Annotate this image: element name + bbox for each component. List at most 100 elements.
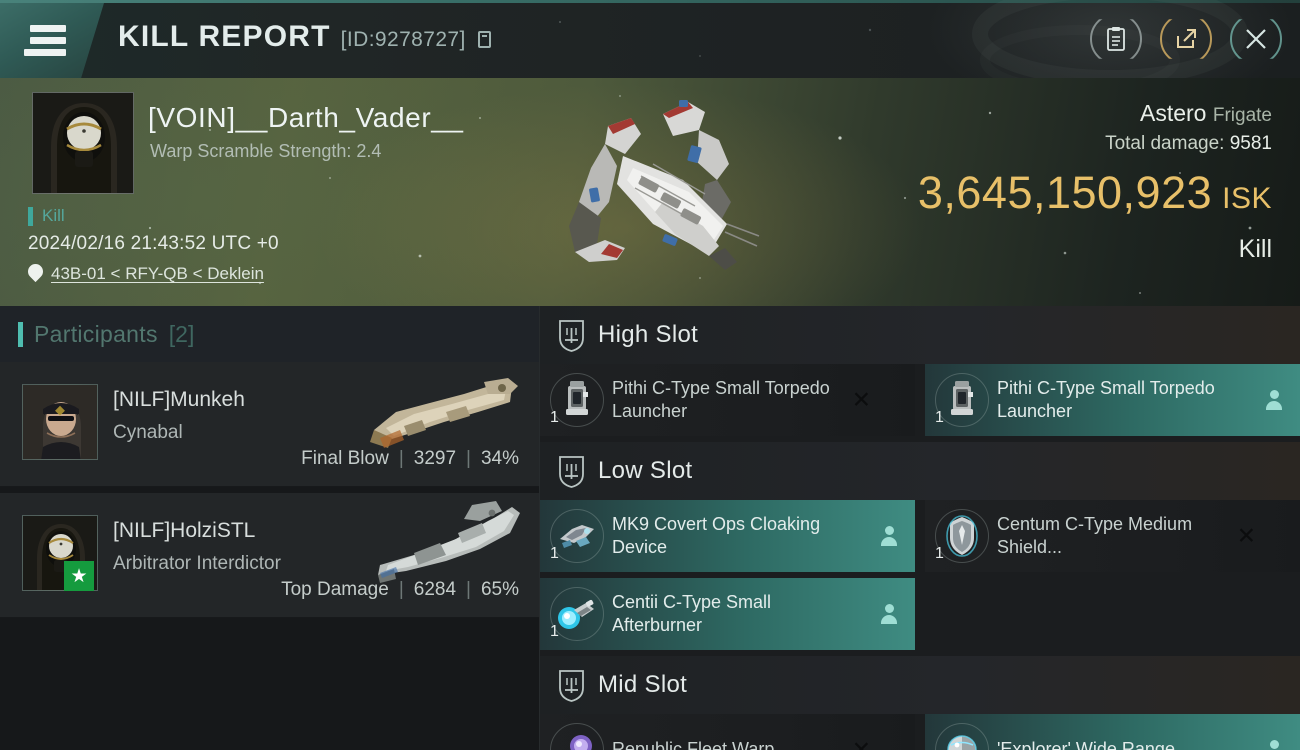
kill-badge-accent <box>28 206 33 226</box>
participant-row[interactable]: ★ [NILF]HolziSTL Arbitrator Interdictor <box>0 493 539 618</box>
participant-row[interactable]: [NILF]Munkeh Cynabal Final Blow | 3297 |… <box>0 362 539 487</box>
copy-icon[interactable] <box>477 31 491 48</box>
slot-shield-icon <box>559 455 584 488</box>
person-icon <box>881 604 897 624</box>
module-name: Pithi C-Type Small Torpedo Launcher <box>612 377 830 421</box>
kill-timestamp: 2024/02/16 21:43:52 UTC +0 <box>28 233 279 254</box>
participants-header: Participants [2] <box>0 306 539 362</box>
kill-location-text: 43B-01 < RFY-QB < Deklein <box>51 264 264 283</box>
report-body: Participants [2] [NILF]Munkeh Cynabal Fi… <box>0 306 1300 750</box>
participant-name: [NILF]Munkeh <box>113 388 245 411</box>
participant-damage: 6284 <box>413 579 457 600</box>
clipboard-button[interactable] <box>1090 13 1142 65</box>
stat-separator: | <box>398 579 404 600</box>
module-slot[interactable]: 1 'Explorer' Wide Range <box>925 714 1300 750</box>
module-name: 'Explorer' Wide Range <box>997 739 1175 750</box>
slot-group-header-mid: Mid Slot <box>540 656 1300 714</box>
kill-location-link[interactable]: 43B-01 < RFY-QB < Deklein <box>28 264 264 284</box>
participant-percent: 65% <box>480 579 519 600</box>
slot-row: 1 Pithi C-Type Small Torpedo Launcher ✕ <box>540 364 1300 442</box>
slot-group-title: High Slot <box>598 321 699 348</box>
module-quantity: 1 <box>935 409 944 426</box>
x-icon: ✕ <box>1236 522 1256 549</box>
title-group: KILL REPORT [ID:9278727] <box>118 20 491 54</box>
module-slot[interactable]: 1 Centum C-Type Medium Shield... ✕ <box>925 500 1300 572</box>
slot-shield-icon <box>559 669 584 702</box>
module-slot[interactable]: 1 Pithi C-Type Small Torpedo Launcher <box>925 364 1300 436</box>
hamburger-icon <box>22 20 66 61</box>
slot-row: 1 Centii C-Type Small Afterburner <box>540 578 1300 656</box>
close-button[interactable] <box>1230 13 1282 65</box>
share-external-button[interactable] <box>1160 13 1212 65</box>
isk-value: 3,645,150,923 <box>917 167 1213 218</box>
participant-ship: Cynabal <box>113 422 183 443</box>
module-quantity: 1 <box>550 409 559 426</box>
slot-group-header-low: Low Slot <box>540 442 1300 500</box>
person-icon <box>881 526 897 546</box>
module-slot[interactable]: 1 MK9 Covert Ops Cloaking Device <box>540 500 915 572</box>
participant-role: Top Damage <box>281 579 389 600</box>
participant-stats: Top Damage | 6284 | 65% <box>281 579 519 601</box>
victim-avatar[interactable] <box>32 92 134 194</box>
isk-unit: ISK <box>1222 182 1272 215</box>
participants-title: Participants <box>34 320 158 347</box>
module-quantity: 1 <box>550 623 559 640</box>
total-damage-value: 9581 <box>1229 133 1272 154</box>
participant-role: Final Blow <box>301 448 389 469</box>
module-name: Centii C-Type Small Afterburner <box>612 591 772 635</box>
participant-name: [NILF]HolziSTL <box>113 519 256 542</box>
victim-ship-class: Frigate <box>1212 105 1272 126</box>
kill-badge-label: Kill <box>42 206 65 225</box>
module-slot[interactable]: 1 Republic Fleet Warp ✕ <box>540 714 915 750</box>
participant-stats: Final Blow | 3297 | 34% <box>301 448 519 470</box>
module-icon-holder: 1 <box>933 721 991 750</box>
slot-row: 1 Republic Fleet Warp ✕ <box>540 714 1300 750</box>
title-bar: KILL REPORT [ID:9278727] <box>0 0 1300 78</box>
top-damage-star-badge: ★ <box>64 561 94 591</box>
victim-ship-render <box>569 100 760 270</box>
victim-name: [VOIN]__Darth_Vader__ <box>148 102 464 133</box>
module-icon-holder: 1 <box>933 507 991 565</box>
person-icon <box>1266 390 1282 410</box>
total-damage-label: Total damage: <box>1105 133 1225 154</box>
kill-report-window: KILL REPORT [ID:9278727] [VOIN]__Darth_V… <box>0 0 1300 750</box>
participant-damage: 3297 <box>413 448 457 469</box>
participant-ship-render <box>370 378 518 448</box>
module-icon-holder: 1 <box>548 507 606 565</box>
person-icon <box>1266 740 1282 750</box>
slot-shield-icon <box>559 319 584 352</box>
module-name: MK9 Covert Ops Cloaking Device <box>612 513 821 557</box>
page-title: KILL REPORT <box>118 20 331 53</box>
report-id: [ID:9278727] <box>340 28 466 51</box>
participants-count: [2] <box>168 320 195 347</box>
module-slot[interactable]: 1 Pithi C-Type Small Torpedo Launcher ✕ <box>540 364 915 436</box>
module-quantity: 1 <box>935 545 944 562</box>
kill-result-label: Kill <box>1238 235 1272 263</box>
module-name: Pithi C-Type Small Torpedo Launcher <box>997 377 1215 421</box>
module-quantity: 1 <box>550 545 559 562</box>
module-slot[interactable]: 1 Centii C-Type Small Afterburner <box>540 578 915 650</box>
participant-avatar <box>22 384 98 460</box>
map-pin-icon <box>28 264 43 284</box>
slot-group-header-high: High Slot <box>540 306 1300 364</box>
victim-ship-name: Astero <box>1139 100 1207 126</box>
participant-ship-render <box>378 501 520 583</box>
x-icon: ✕ <box>851 736 871 750</box>
module-icon-holder: 1 <box>548 585 606 643</box>
stat-separator: | <box>466 579 471 600</box>
module-name: Republic Fleet Warp <box>612 739 775 750</box>
kill-badge: Kill <box>28 206 65 226</box>
module-icon-holder: 1 <box>548 721 606 750</box>
stat-separator: | <box>398 448 404 469</box>
x-icon: ✕ <box>851 386 871 413</box>
module-icon-holder: 1 <box>548 371 606 429</box>
stat-separator: | <box>466 448 471 469</box>
hero-summary: Astero Frigate Total damage: 9581 3,645,… <box>918 100 1272 264</box>
participant-percent: 34% <box>480 448 519 469</box>
hero-banner: [VOIN]__Darth_Vader__ Warp Scramble Stre… <box>0 78 1300 306</box>
slot-row: 1 MK9 Covert Ops Cloaking Device 1 Centu… <box>540 500 1300 578</box>
participants-accent <box>18 321 23 347</box>
header-actions <box>1090 13 1282 65</box>
module-icon-holder: 1 <box>933 371 991 429</box>
slot-group-title: Low Slot <box>598 457 693 484</box>
